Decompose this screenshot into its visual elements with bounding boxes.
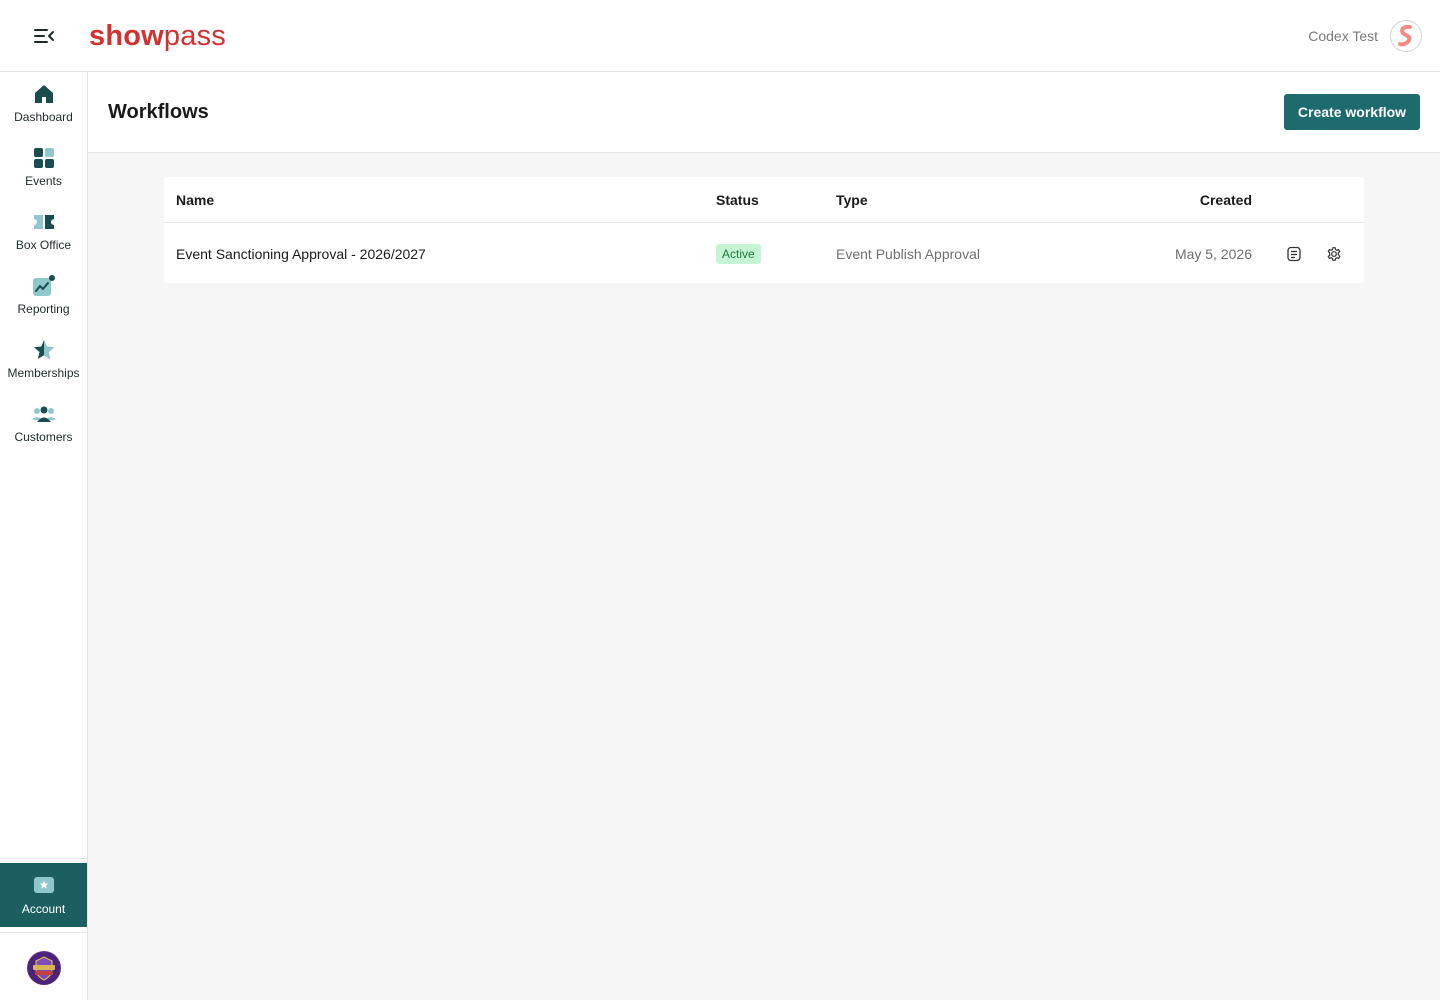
page-title: Workflows bbox=[108, 101, 209, 123]
sidebar-item-events[interactable]: Events bbox=[0, 136, 87, 200]
home-icon bbox=[34, 85, 53, 103]
menu-collapse-icon bbox=[34, 28, 54, 43]
star-icon bbox=[33, 340, 54, 359]
avatar[interactable] bbox=[1390, 20, 1422, 52]
workflow-settings-button[interactable] bbox=[1325, 245, 1343, 263]
grid-icon bbox=[33, 148, 54, 168]
table-row[interactable]: Event Sanctioning Approval - 2026/2027 A… bbox=[164, 223, 1364, 283]
table-header: Name Status Type Created bbox=[164, 177, 1364, 223]
chart-icon bbox=[32, 275, 55, 296]
sidebar: Dashboard Events Box Office Reporting Me… bbox=[0, 72, 88, 1000]
sidebar-item-label: Account bbox=[21, 902, 66, 916]
column-header-status[interactable]: Status bbox=[716, 192, 759, 208]
divider bbox=[0, 932, 87, 933]
column-header-name[interactable]: Name bbox=[176, 192, 214, 208]
sidebar-item-label: Box Office bbox=[15, 238, 72, 252]
users-icon bbox=[31, 406, 56, 422]
create-workflow-button[interactable]: Create workflow bbox=[1284, 94, 1420, 130]
workflows-table: Name Status Type Created Event Sanctioni… bbox=[164, 177, 1364, 283]
account-icon bbox=[33, 877, 54, 893]
page-header: Workflows Create workflow bbox=[88, 72, 1440, 153]
sidebar-item-label: Memberships bbox=[7, 366, 80, 380]
workflow-type: Event Publish Approval bbox=[836, 246, 980, 262]
document-list-icon bbox=[1287, 246, 1301, 262]
workflow-created-date: May 5, 2026 bbox=[1174, 246, 1252, 262]
sidebar-item-label: Customers bbox=[14, 430, 73, 444]
shield-crest-icon bbox=[28, 952, 60, 984]
view-details-button[interactable] bbox=[1285, 245, 1303, 263]
column-header-created[interactable]: Created bbox=[1200, 192, 1252, 208]
organization-logo[interactable] bbox=[27, 951, 61, 985]
user-menu[interactable]: Codex Test bbox=[1308, 20, 1422, 52]
sidebar-item-memberships[interactable]: Memberships bbox=[0, 328, 87, 392]
status-badge: Active bbox=[716, 244, 761, 264]
workflow-name[interactable]: Event Sanctioning Approval - 2026/2027 bbox=[176, 246, 426, 262]
showpass-s-icon bbox=[1398, 25, 1412, 47]
user-name: Codex Test bbox=[1308, 28, 1378, 44]
showpass-logo[interactable]: showpass bbox=[89, 22, 226, 51]
sidebar-item-label: Events bbox=[25, 174, 62, 188]
sidebar-item-label: Dashboard bbox=[14, 110, 73, 124]
sidebar-item-customers[interactable]: Customers bbox=[0, 392, 87, 456]
sidebar-item-dashboard[interactable]: Dashboard bbox=[0, 72, 87, 136]
sidebar-item-reporting[interactable]: Reporting bbox=[0, 264, 87, 328]
sidebar-item-label: Reporting bbox=[17, 302, 70, 316]
ticket-icon bbox=[33, 215, 54, 229]
gear-icon bbox=[1327, 247, 1341, 261]
sidebar-item-account[interactable]: Account bbox=[0, 863, 87, 927]
menu-toggle-button[interactable] bbox=[0, 0, 88, 72]
column-header-type[interactable]: Type bbox=[836, 192, 868, 208]
top-bar: showpass Codex Test bbox=[0, 0, 1440, 72]
divider bbox=[0, 858, 87, 859]
sidebar-item-box-office[interactable]: Box Office bbox=[0, 200, 87, 264]
